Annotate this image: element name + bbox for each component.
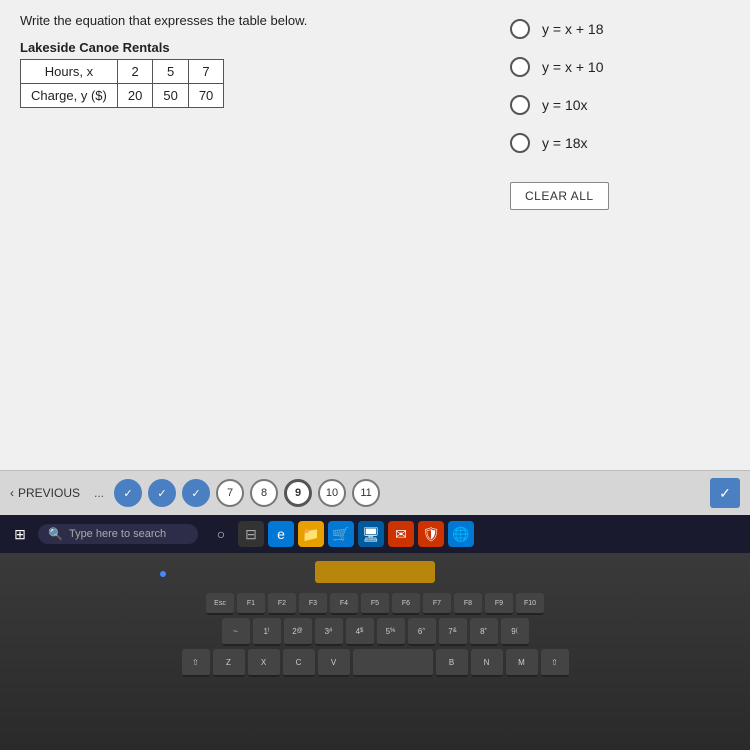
key-shift[interactable]: ⇧ [182,649,210,677]
screen: Write the equation that expresses the ta… [0,0,750,470]
key-5[interactable]: 5% [377,618,405,646]
key-f1[interactable]: F1 [237,593,265,615]
next-button[interactable]: ✓ [710,478,740,508]
header-2: 2 [117,60,152,84]
key-6[interactable]: 6^ [408,618,436,646]
fn-key-row: Esc F1 F2 F3 F4 F5 F6 F7 F8 F9 F10 [0,593,750,615]
key-z[interactable]: Z [213,649,245,677]
option-1[interactable]: y = x + 18 [510,15,730,43]
key-c[interactable]: C [283,649,315,677]
nav-dots: ... [94,486,104,500]
header-5: 5 [153,60,188,84]
key-2[interactable]: 2@ [284,618,312,646]
cortana-icon[interactable]: ○ [208,521,234,547]
right-panel: y = x + 18 y = x + 10 y = 10x y = 18x CL… [490,0,750,470]
nav-bubble-6[interactable] [182,479,210,507]
edge-icon[interactable]: e [268,521,294,547]
security-icon[interactable]: 🛡 [418,521,444,547]
previous-button[interactable]: ‹ PREVIOUS [10,486,80,500]
start-button[interactable]: ⊞ [8,522,32,546]
header-label: Hours, x [21,60,118,84]
option-3[interactable]: y = 10x [510,91,730,119]
key-rshift[interactable]: ⇧ [541,649,569,677]
key-1[interactable]: 1! [253,618,281,646]
charge-label: Charge, y ($) [21,84,118,108]
key-m[interactable]: M [506,649,538,677]
option-2-label: y = x + 10 [542,59,603,75]
chevron-left-icon: ‹ [10,486,14,500]
nav-bubble-9[interactable]: 9 [284,479,312,507]
keyboard: Esc F1 F2 F3 F4 F5 F6 F7 F8 F9 F10 ~ 1! … [0,593,750,750]
key-tilde[interactable]: ~ [222,618,250,646]
charge-50: 50 [153,84,188,108]
store-icon[interactable]: 🛒 [328,521,354,547]
charge-20: 20 [117,84,152,108]
radio-3[interactable] [510,95,530,115]
taskbar-icons: ○ ⊟ e 📁 🛒 🖥 ✉ 🛡 🌐 [208,521,474,547]
radio-4[interactable] [510,133,530,153]
option-4-label: y = 18x [542,135,588,151]
previous-label: PREVIOUS [18,486,80,500]
laptop-body: Esc F1 F2 F3 F4 F5 F6 F7 F8 F9 F10 ~ 1! … [0,553,750,750]
bottom-key-row: ⇧ Z X C V B N M ⇧ [0,649,750,677]
key-n[interactable]: N [471,649,503,677]
key-f9[interactable]: F9 [485,593,513,615]
nav-bubble-8[interactable]: 8 [250,479,278,507]
nav-bubble-7[interactable]: 7 [216,479,244,507]
key-v[interactable]: V [318,649,350,677]
left-panel: Write the equation that expresses the ta… [0,0,490,470]
windows-icon[interactable]: 🖥 [358,521,384,547]
table-title: Lakeside Canoe Rentals [20,40,470,55]
file-explorer-icon[interactable]: 📁 [298,521,324,547]
key-x[interactable]: X [248,649,280,677]
number-key-row: ~ 1! 2@ 3# 4$ 5% 6^ 7& 8* 9( [0,618,750,646]
option-3-label: y = 10x [542,97,588,113]
key-9[interactable]: 9( [501,618,529,646]
key-4[interactable]: 4$ [346,618,374,646]
key-f3[interactable]: F3 [299,593,327,615]
taskbar: ⊞ 🔍 Type here to search ○ ⊟ e 📁 🛒 🖥 ✉ 🛡 … [0,515,750,553]
nav-bubble-10[interactable]: 10 [318,479,346,507]
key-space[interactable] [353,649,433,677]
key-3[interactable]: 3# [315,618,343,646]
network-icon[interactable]: 🌐 [448,521,474,547]
key-f5[interactable]: F5 [361,593,389,615]
nav-bubble-5[interactable] [148,479,176,507]
nav-bubble-11[interactable]: 11 [352,479,380,507]
search-placeholder: Type here to search [69,528,166,540]
key-f8[interactable]: F8 [454,593,482,615]
instructions-text: Write the equation that expresses the ta… [20,12,470,30]
key-f2[interactable]: F2 [268,593,296,615]
key-esc[interactable]: Esc [206,593,234,615]
navigation-bar: ‹ PREVIOUS ... 7 8 9 10 11 ✓ [0,470,750,515]
table-container: Lakeside Canoe Rentals Hours, x 2 5 7 Ch… [20,40,470,108]
canoe-table: Hours, x 2 5 7 Charge, y ($) 20 50 70 [20,59,224,108]
touchpad [315,561,435,583]
key-8[interactable]: 8* [470,618,498,646]
clear-all-button[interactable]: CLEAR ALL [510,182,609,210]
header-7: 7 [188,60,223,84]
mail-icon[interactable]: ✉ [388,521,414,547]
radio-1[interactable] [510,19,530,39]
key-7[interactable]: 7& [439,618,467,646]
option-4[interactable]: y = 18x [510,129,730,157]
search-icon: 🔍 [48,527,63,541]
key-f6[interactable]: F6 [392,593,420,615]
key-f4[interactable]: F4 [330,593,358,615]
key-b[interactable]: B [436,649,468,677]
option-1-label: y = x + 18 [542,21,603,37]
radio-2[interactable] [510,57,530,77]
taskbar-search-box[interactable]: 🔍 Type here to search [38,524,198,544]
key-f7[interactable]: F7 [423,593,451,615]
charge-70: 70 [188,84,223,108]
key-f10[interactable]: F10 [516,593,544,615]
task-view-icon[interactable]: ⊟ [238,521,264,547]
led-indicator [160,571,166,577]
nav-bubble-4[interactable] [114,479,142,507]
option-2[interactable]: y = x + 10 [510,53,730,81]
question-area: Write the equation that expresses the ta… [0,0,750,470]
